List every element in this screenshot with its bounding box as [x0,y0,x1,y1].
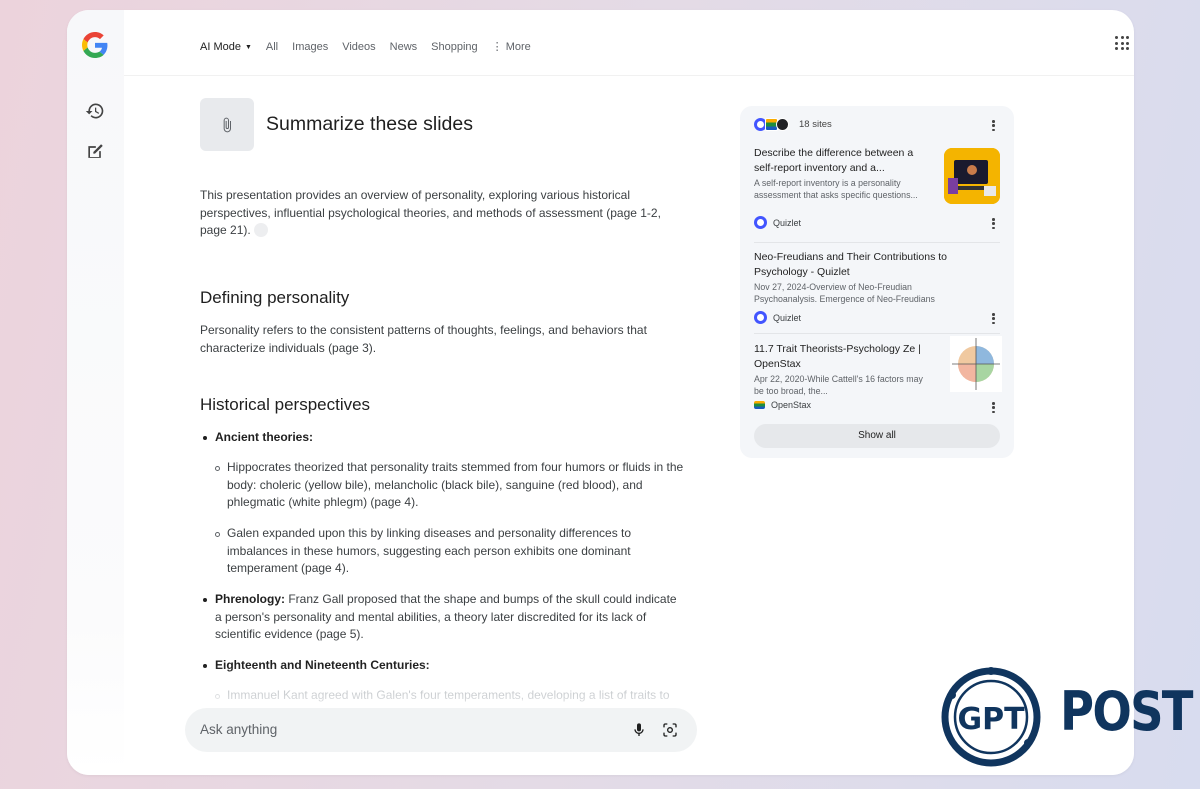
bullet [203,598,207,602]
divider [754,333,1000,334]
source-card-snippet: Nov 27, 2024-Overview of Neo-Freudian Ps… [754,282,935,304]
user-prompt: Summarize these slides [200,98,473,151]
show-all-button[interactable]: Show all [754,424,1000,448]
source-site-name: Quizlet [773,312,802,323]
google-logo-icon[interactable] [82,32,108,58]
chevron-down-icon: ▼ [244,43,252,51]
tab-more[interactable]: ⋮ More [492,40,531,53]
more-vert-icon: ⋮ [491,41,506,53]
phrenology-text: Franz Gall proposed that the shape and b… [215,592,677,641]
browser-window: AI Mode ▼ All Images Videos News Shopping… [67,10,1134,775]
attachment-thumbnail[interactable] [200,98,254,151]
galen-text: Galen expanded upon this by linking dise… [227,526,632,575]
bullet [203,664,207,668]
ancient-theories-label: Ancient theories: [215,430,314,444]
bullet [215,466,220,471]
prompt-text: Summarize these slides [266,113,473,135]
sources-header[interactable]: 18 sites [754,118,832,131]
more-vert-icon[interactable] [992,218,995,229]
source-card-title: 11.7 Trait Theorists-Psychology Ze | Ope… [754,343,921,370]
source-card-1[interactable]: Describe the difference between a self-r… [754,146,1000,229]
search-nav: AI Mode ▼ All Images Videos News Shopping… [200,40,545,54]
more-vert-icon[interactable] [992,402,995,413]
phrenology-label: Phrenology: [215,592,286,606]
tab-images[interactable]: Images [292,41,328,53]
top-bar: AI Mode ▼ All Images Videos News Shopping… [124,10,1134,76]
source-card-3[interactable]: 11.7 Trait Theorists-Psychology Ze | Ope… [754,336,1002,413]
answer-intro: This presentation provides an overview o… [200,187,670,240]
sources-count: 18 sites [799,119,832,130]
paperclip-icon [223,117,231,132]
bullet [215,532,220,537]
lens-camera-icon[interactable] [662,722,678,738]
source-site-name: Quizlet [773,217,802,228]
source-card-title: Neo-Freudians and Their Contributions to… [754,251,947,278]
tab-videos[interactable]: Videos [342,41,375,53]
defining-personality-text: Personality refers to the consistent pat… [200,323,647,355]
watermark-text: POST [1060,680,1193,743]
centuries-label: Eighteenth and Nineteenth Centuries: [215,658,430,672]
source-card-snippet: Apr 22, 2020-While Cattell's 16 factors … [754,374,923,396]
tab-shopping[interactable]: Shopping [431,41,478,53]
site-favicon-icon [776,118,789,131]
tab-all[interactable]: All [266,41,278,53]
hippocrates-text: Hippocrates theorized that personality t… [227,460,684,509]
source-card-title: Describe the difference between a self-r… [754,147,914,174]
ask-placeholder: Ask anything [200,722,278,737]
openstax-favicon-icon [754,401,765,409]
bullet [203,436,207,440]
kant-text: Immanuel Kant agreed with Galen's four t… [227,688,670,702]
tab-more-label: More [505,41,531,53]
link-icon[interactable] [253,223,268,237]
more-vert-icon[interactable] [992,313,995,324]
list-item: Phrenology: Franz Gall proposed that the… [203,591,685,644]
divider [754,242,1000,243]
source-thumbnail [950,336,1002,392]
list-item: Hippocrates theorized that personality t… [215,459,687,512]
source-site: Quizlet [754,311,801,324]
bullet [215,694,220,699]
tab-news[interactable]: News [390,41,418,53]
quizlet-favicon-icon [754,311,767,324]
microphone-icon[interactable] [631,721,647,739]
source-site: OpenStax [754,400,811,410]
left-rail [67,10,124,775]
list-item: Immanuel Kant agreed with Galen's four t… [215,687,687,705]
apps-grid-icon[interactable] [1115,36,1129,50]
more-vert-icon[interactable] [992,120,995,131]
heading-historical-perspectives: Historical perspectives [200,395,371,414]
source-card-2[interactable]: Neo-Freudians and Their Contributions to… [754,250,1000,324]
new-chat-icon[interactable] [85,142,105,162]
source-site: Quizlet [754,216,801,229]
gpt-mark: GPT [957,702,1025,737]
answer-intro-text: This presentation provides an overview o… [200,188,661,237]
source-thumbnail [944,148,1000,204]
history-icon[interactable] [85,101,105,121]
tab-ai-mode[interactable]: AI Mode ▼ [200,41,252,53]
list-item: Ancient theories: [203,429,685,447]
sources-panel: 18 sites Describe the difference between… [740,106,1014,458]
list-item: Eighteenth and Nineteenth Centuries: [203,657,685,675]
quizlet-favicon-icon [754,216,767,229]
source-card-snippet: A self-report inventory is a personality… [754,178,918,200]
source-site-name: OpenStax [771,400,812,410]
tab-ai-mode-label: AI Mode [200,40,241,53]
ask-input[interactable]: Ask anything [185,708,697,752]
heading-defining-personality: Defining personality [200,288,350,307]
list-item: Galen expanded upon this by linking dise… [215,525,687,578]
